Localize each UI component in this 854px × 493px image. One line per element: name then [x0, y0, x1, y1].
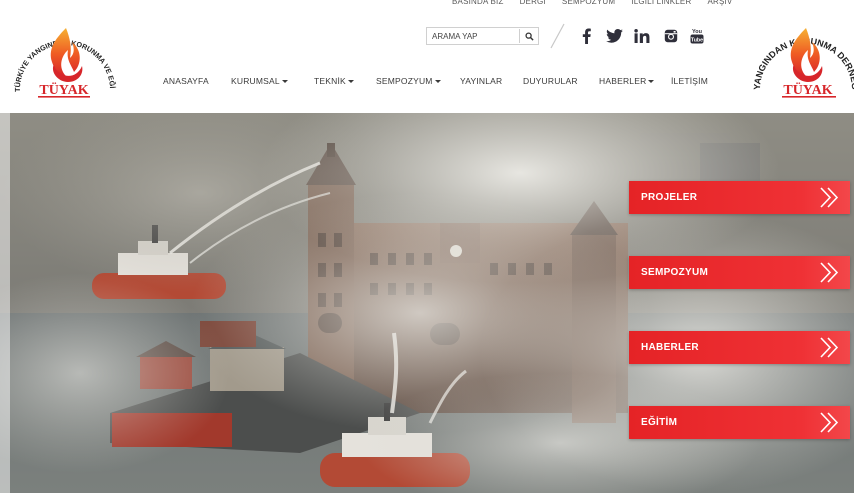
nav-label: HABERLER	[599, 76, 647, 86]
top-links: BASINDA BİZ DERGİ SEMPOZYUM İLGİLİ LİNKL…	[452, 0, 732, 11]
tile-label: SEMPOZYUM	[641, 267, 709, 278]
tile-projeler[interactable]: PROJELER	[629, 181, 850, 214]
nav-label: İLETİŞİM	[671, 76, 709, 86]
youtube-icon[interactable]: You Tube	[688, 24, 706, 48]
search-input[interactable]	[427, 28, 515, 44]
tile-label: EĞİTİM	[641, 417, 678, 428]
tile-haberler[interactable]: HABERLER	[629, 331, 850, 364]
chevron-down-icon	[434, 79, 441, 83]
svg-text:Tube: Tube	[691, 38, 703, 44]
instagram-icon[interactable]	[662, 24, 680, 48]
main-nav: ANASAYFA KURUMSAL TEKNİK SEMPOZYUM YAYIN…	[163, 74, 721, 88]
nav-yayinlar[interactable]: YAYINLAR	[460, 74, 523, 88]
double-chevron-right-icon	[820, 187, 839, 208]
twitter-icon[interactable]	[604, 24, 624, 48]
nav-label: TEKNİK	[314, 76, 346, 86]
site-header: TÜRKİYE YANGINDAN KORUNMA VE EĞİTİM VAKF…	[0, 0, 854, 113]
tuyak-logo[interactable]: TÜRKİYE YANGINDAN KORUNMA VE EĞİTİM VAKF…	[6, 4, 118, 106]
nav-label: ANASAYFA	[163, 76, 209, 86]
divider-slash	[550, 23, 565, 49]
nav-iletisim[interactable]: İLETİŞİM	[671, 74, 721, 88]
nav-label: KURUMSAL	[231, 76, 280, 86]
nav-kurumsal[interactable]: KURUMSAL	[231, 74, 314, 88]
facebook-icon[interactable]	[578, 24, 594, 48]
toplink-dergi[interactable]: DERGİ	[520, 0, 546, 11]
tile-egitim[interactable]: EĞİTİM	[629, 406, 850, 439]
nav-label: SEMPOZYUM	[376, 76, 433, 86]
toplink-sempozyum[interactable]: SEMPOZYUM	[562, 0, 615, 11]
tile-label: HABERLER	[641, 342, 699, 353]
linkedin-icon[interactable]	[632, 24, 652, 48]
nav-label: YAYINLAR	[460, 76, 503, 86]
logo-wordmark: TÜYAK	[783, 81, 832, 98]
nav-label: DUYURULAR	[523, 76, 578, 86]
toplink-basinda-biz[interactable]: BASINDA BİZ	[452, 0, 504, 11]
logo-wordmark: TÜYAK	[39, 81, 88, 98]
nav-teknik[interactable]: TEKNİK	[314, 74, 376, 88]
tile-sempozyum[interactable]: SEMPOZYUM	[629, 256, 850, 289]
nav-sempozyum[interactable]: SEMPOZYUM	[376, 74, 460, 88]
toplink-ilgili-linkler[interactable]: İLGİLİ LİNKLER	[631, 0, 691, 11]
association-logo[interactable]: YANGINDAN KORUNMA DERNEĞİ TÜYAK	[748, 4, 854, 106]
nav-duyurular[interactable]: DUYURULAR	[523, 74, 599, 88]
svg-text:You: You	[692, 29, 702, 35]
toplink-arsiv[interactable]: ARŞİV	[707, 0, 732, 11]
search-button[interactable]	[519, 29, 539, 43]
double-chevron-right-icon	[820, 262, 839, 283]
double-chevron-right-icon	[820, 337, 839, 358]
nav-haberler[interactable]: HABERLER	[599, 74, 671, 88]
nav-anasayfa[interactable]: ANASAYFA	[163, 74, 231, 88]
search-box	[426, 27, 539, 45]
double-chevron-right-icon	[820, 412, 839, 433]
tile-label: PROJELER	[641, 192, 698, 203]
chevron-down-icon	[281, 79, 288, 83]
hero-slider[interactable]: PROJELER SEMPOZYUM HABERLER EĞİTİM	[0, 113, 854, 493]
chevron-down-icon	[347, 79, 354, 83]
search-icon	[525, 31, 534, 41]
chevron-down-icon	[648, 79, 655, 83]
